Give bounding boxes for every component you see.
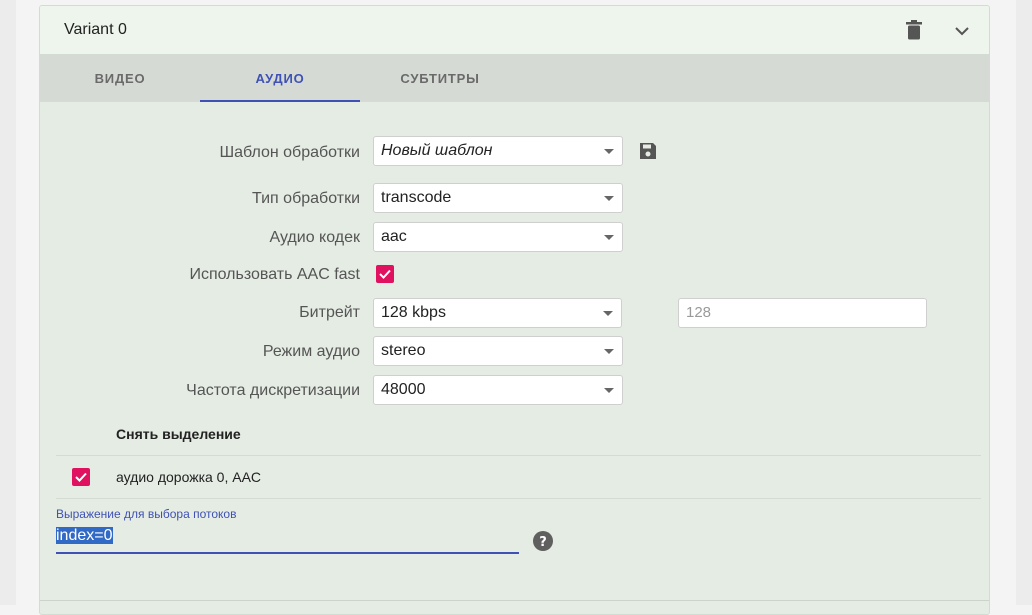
audio-mode-value: stereo: [381, 342, 426, 359]
divider: [56, 455, 981, 456]
tab-video[interactable]: ВИДЕО: [40, 55, 200, 102]
bitrate-label: Битрейт: [299, 304, 360, 321]
caret-down-icon: [603, 311, 613, 316]
bitrate-custom-input[interactable]: 128: [678, 298, 927, 328]
stream-expression-input[interactable]: index=0: [56, 527, 519, 554]
tab-subtitles[interactable]: СУБТИТРЫ: [360, 55, 520, 102]
sample-rate-select[interactable]: 48000: [373, 375, 623, 405]
variant-title: Variant 0: [64, 21, 127, 38]
audio-codec-value: aac: [381, 228, 407, 245]
variant-card: Variant 0 ВИДЕО АУДИО СУБТИТРЫ Шаблон об…: [39, 5, 990, 615]
divider: [56, 498, 981, 499]
aac-fast-label: Использовать AAC fast: [189, 266, 360, 283]
track-label: аудио дорожка 0, AAC: [116, 469, 262, 485]
track-checkbox[interactable]: [72, 468, 90, 486]
variant-header[interactable]: Variant 0: [40, 6, 989, 55]
svg-text:?: ?: [539, 535, 547, 550]
caret-down-icon: [604, 388, 614, 393]
tab-audio[interactable]: АУДИО: [200, 55, 360, 102]
template-select[interactable]: Новый шаблон: [373, 136, 623, 166]
save-icon[interactable]: [638, 141, 658, 161]
chevron-down-icon[interactable]: [953, 22, 971, 40]
processing-type-value: transcode: [381, 189, 452, 206]
divider: [40, 600, 989, 601]
sample-rate-value: 48000: [381, 381, 426, 398]
caret-down-icon: [604, 235, 614, 240]
bitrate-custom-placeholder: 128: [686, 304, 712, 321]
template-value: Новый шаблон: [381, 142, 493, 159]
audio-mode-select[interactable]: stereo: [373, 336, 623, 366]
stream-expression-value: index=0: [56, 527, 113, 544]
left-margin: [0, 0, 16, 605]
sample-rate-label: Частота дискретизации: [186, 382, 360, 399]
audio-mode-label: Режим аудио: [262, 343, 360, 360]
bitrate-value: 128 kbps: [381, 304, 446, 321]
audio-codec-select[interactable]: aac: [373, 222, 623, 252]
stream-expression-label: Выражение для выбора потоков: [56, 507, 237, 521]
help-icon[interactable]: ?: [533, 531, 553, 551]
audio-codec-label: Аудио кодек: [269, 229, 360, 246]
trash-icon[interactable]: [905, 20, 923, 40]
right-margin: [1016, 0, 1032, 605]
tab-bar: ВИДЕО АУДИО СУБТИТРЫ: [40, 55, 989, 102]
caret-down-icon: [604, 196, 614, 201]
deselect-all-button[interactable]: Снять выделение: [116, 426, 241, 442]
caret-down-icon: [604, 349, 614, 354]
template-label: Шаблон обработки: [219, 144, 360, 161]
processing-type-label: Тип обработки: [252, 190, 360, 207]
aac-fast-checkbox[interactable]: [376, 265, 394, 283]
bitrate-select[interactable]: 128 kbps: [373, 298, 622, 328]
processing-type-select[interactable]: transcode: [373, 183, 623, 213]
caret-down-icon: [604, 149, 614, 154]
